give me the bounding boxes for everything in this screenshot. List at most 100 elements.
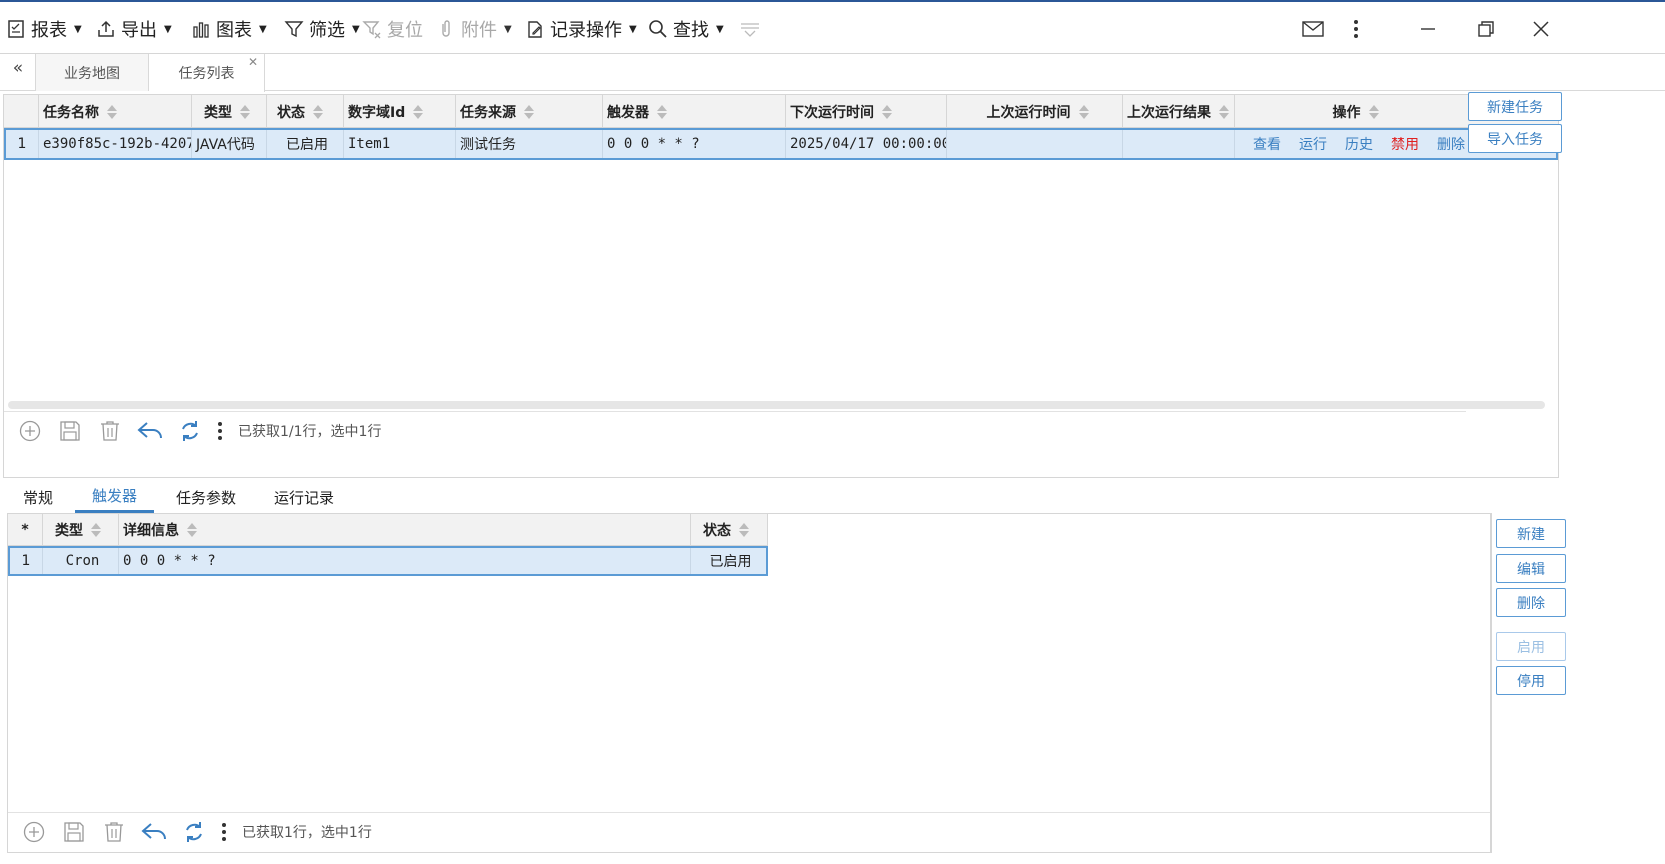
tab-trigger[interactable]: 触发器 [75,481,154,513]
undo-icon[interactable] [134,415,166,447]
delete-link[interactable]: 删除 [1437,134,1465,154]
column-header-domain-id[interactable]: 数字域Id [344,95,456,128]
collapse-panel-button[interactable]: « [6,58,30,82]
column-header-last-run[interactable]: 上次运行时间 [947,95,1123,128]
chart-menu[interactable]: 图表 ▼ [191,14,267,44]
new-trigger-button[interactable]: 新建 [1496,519,1566,548]
cell-trigger-detail[interactable]: 0 0 0 * * ? [119,548,691,574]
column-header-name[interactable]: 任务名称 [39,95,192,128]
sort-icon[interactable] [313,104,323,119]
column-header-status[interactable]: 状态 [267,95,344,128]
task-grid: 任务名称 类型 状态 数字域Id 任务来源 触发器 下次运行时间 上次运行时间 … [3,94,1559,478]
save-icon[interactable] [54,415,86,447]
cell-domain-id[interactable]: Item1 [344,130,456,158]
close-icon[interactable]: ✕ [248,55,258,69]
cell-trigger-type[interactable]: Cron [43,548,119,574]
tab-run-records[interactable]: 运行记录 [264,481,344,513]
cell-trigger[interactable]: 0 0 0 * * ? [603,130,786,158]
sort-icon[interactable] [1368,104,1379,119]
reset-label: 复位 [387,20,423,41]
save-icon[interactable] [58,816,90,848]
history-link[interactable]: 历史 [1345,134,1373,154]
disable-trigger-button[interactable]: 停用 [1496,666,1566,695]
attachment-menu[interactable]: 附件 ▼ [436,14,512,44]
sort-icon[interactable] [1078,104,1089,119]
sort-icon[interactable] [240,104,250,119]
header-label: 触发器 [607,104,649,121]
trash-icon[interactable] [98,816,130,848]
cell-source[interactable]: 测试任务 [456,130,603,158]
record-ops-label: 记录操作 [550,20,622,41]
run-link[interactable]: 运行 [1299,134,1327,154]
filter-icon [284,21,304,38]
header-label: 类型 [204,104,232,121]
header-label: 类型 [55,523,83,539]
task-grid-footer: 已获取1/1行，选中1行 [4,411,1466,449]
trigger-grid-footer: 已获取1行，选中1行 [8,812,1490,850]
edit-trigger-button[interactable]: 编辑 [1496,554,1566,583]
disable-link[interactable]: 禁用 [1391,134,1419,154]
column-header-actions[interactable]: 操作 [1235,95,1470,128]
more-vertical-icon[interactable] [1343,16,1369,42]
enable-trigger-button[interactable]: 启用 [1496,632,1566,661]
filter-label: 筛选 [309,20,345,41]
tab-task-list[interactable]: 任务列表 ✕ [149,54,265,92]
find-menu[interactable]: 查找 ▼ [648,14,724,44]
cell-next-run[interactable]: 2025/04/17 00:00:00 [786,130,947,158]
close-icon[interactable] [1528,16,1554,42]
sort-icon[interactable] [657,104,667,119]
horizontal-scrollbar[interactable] [8,401,1545,409]
more-vertical-icon[interactable] [214,415,226,447]
import-task-button[interactable]: 导入任务 [1468,124,1562,153]
restore-icon[interactable] [1473,16,1499,42]
column-header-next-run[interactable]: 下次运行时间 [786,95,947,128]
sort-icon[interactable] [882,104,892,119]
report-menu[interactable]: 报表 ▼ [6,14,82,44]
tab-general[interactable]: 常规 [14,481,62,513]
more-vertical-icon[interactable] [218,816,230,848]
tab-business-map[interactable]: 业务地图 [35,54,149,91]
tab-task-params[interactable]: 任务参数 [165,481,247,513]
column-header-trigger-type[interactable]: 类型 [43,514,119,546]
new-task-button[interactable]: 新建任务 [1468,92,1562,121]
cell-last-run[interactable] [947,130,1123,158]
column-header-trigger-status[interactable]: 状态 [691,514,768,546]
filter-menu[interactable]: 筛选 ▼ [284,14,360,44]
cell-last-result[interactable] [1123,130,1235,158]
collapse-toolbar-button[interactable] [740,14,760,44]
sort-icon[interactable] [524,104,534,119]
column-header-detail[interactable]: 详细信息 [119,514,691,546]
column-header-last-result[interactable]: 上次运行结果 [1123,95,1235,128]
refresh-icon[interactable] [174,415,206,447]
sort-icon[interactable] [413,104,424,119]
delete-trigger-button[interactable]: 删除 [1496,588,1566,617]
table-row[interactable]: 1 Cron 0 0 0 * * ? 已启用 [8,546,768,576]
add-icon[interactable] [14,415,46,447]
column-header-source[interactable]: 任务来源 [456,95,603,128]
trash-icon[interactable] [94,415,126,447]
sort-icon[interactable] [739,523,749,537]
panel-divider [1491,513,1492,853]
header-label: 任务名称 [43,104,99,121]
refresh-icon[interactable] [178,816,210,848]
cell-trigger-status[interactable]: 已启用 [691,548,766,574]
sort-icon[interactable] [107,104,117,119]
sort-icon[interactable] [1219,104,1229,119]
record-ops-menu[interactable]: 记录操作 ▼ [525,14,637,44]
sort-icon[interactable] [91,523,101,537]
cell-task-name[interactable]: e390f85c-192b-4207- [39,130,192,158]
undo-icon[interactable] [138,816,170,848]
reset-filter-button[interactable]: 复位 [362,14,423,44]
column-header-type[interactable]: 类型 [192,95,267,128]
sort-icon[interactable] [187,523,197,537]
minimize-icon[interactable] [1415,16,1441,42]
mail-icon[interactable] [1300,16,1326,42]
detail-tabs: 常规 触发器 任务参数 运行记录 [0,481,1560,513]
table-row[interactable]: 1 e390f85c-192b-4207- JAVA代码 已启用 Item1 测… [4,128,1558,160]
export-menu[interactable]: 导出 ▼ [96,14,172,44]
cell-status[interactable]: 已启用 [267,130,344,158]
column-header-trigger[interactable]: 触发器 [603,95,786,128]
add-icon[interactable] [18,816,50,848]
view-link[interactable]: 查看 [1253,134,1281,154]
cell-type[interactable]: JAVA代码 [192,130,267,158]
